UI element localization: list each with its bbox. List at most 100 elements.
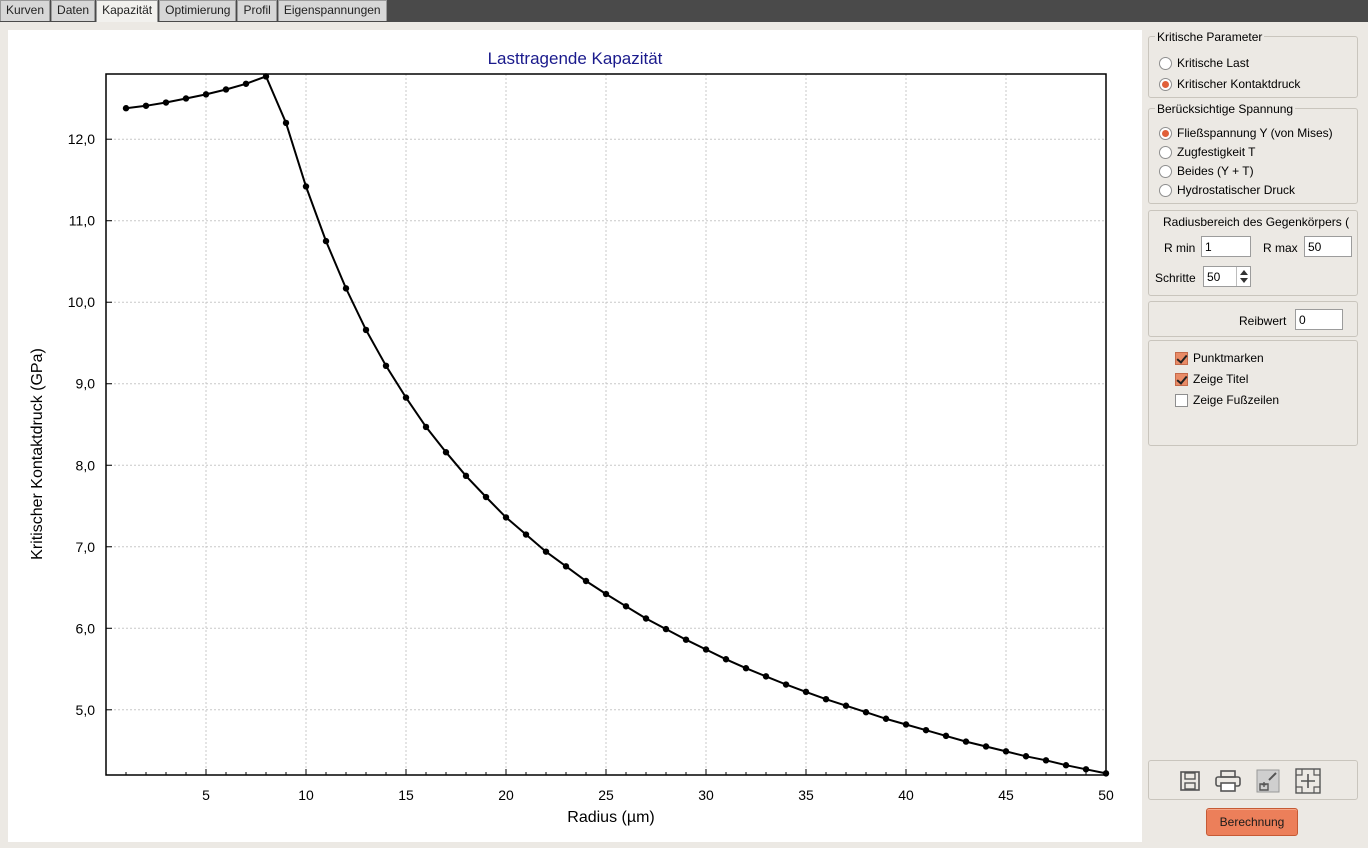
data-point: [822, 695, 830, 703]
data-point: [202, 91, 210, 98]
radio-button[interactable]: [1159, 164, 1172, 178]
rmax-label: R max: [1263, 241, 1298, 255]
grid: [106, 74, 1107, 775]
toolbar-group: [1148, 760, 1358, 800]
friction-label: Reibwert: [1239, 314, 1287, 328]
radio-zugfestigkeit[interactable]: Zugfestigkeit T: [1159, 145, 1255, 159]
checkbox-label: Punktmarken: [1193, 351, 1264, 365]
data-point: [342, 285, 350, 292]
checkbox-label: Zeige Titel: [1193, 372, 1249, 386]
data-point: [362, 326, 370, 334]
data-point: [602, 590, 610, 598]
x-tick-label: 5: [202, 787, 210, 803]
data-point: [142, 102, 150, 109]
data-point: [662, 625, 670, 633]
y-tick-label: 5,0: [76, 702, 96, 718]
data-point: [422, 423, 430, 431]
check-zeige-titel[interactable]: Zeige Titel: [1175, 372, 1248, 386]
zoom-icon[interactable]: [1253, 766, 1283, 796]
data-point: [702, 646, 710, 653]
data-point: [742, 665, 750, 672]
radio-button[interactable]: [1159, 183, 1172, 197]
data-point: [622, 603, 630, 610]
tab-kapazitaet[interactable]: Kapazität: [96, 0, 159, 22]
radio-button[interactable]: [1159, 56, 1172, 70]
print-icon[interactable]: [1213, 766, 1243, 796]
chart-title: Lasttragende Kapazität: [488, 49, 663, 68]
radio-button[interactable]: [1159, 77, 1172, 91]
radius-range-group: Radiusbereich des Gegenkörpers ( R min R…: [1148, 210, 1358, 296]
capacity-chart: Lasttragende Kapazität Radius (µm) Kriti…: [29, 49, 1114, 826]
x-tick-label: 20: [498, 787, 514, 803]
data-point: [1022, 753, 1030, 760]
data-point: [922, 726, 930, 734]
data-point: [842, 702, 850, 709]
data-point: [122, 105, 130, 112]
data-point: [682, 636, 690, 643]
data-point: [1062, 762, 1070, 769]
stress-group: Berücksichtige Spannung Fließspannung Y …: [1148, 102, 1358, 204]
y-tick-label: 11,0: [69, 213, 95, 229]
radio-button[interactable]: [1159, 145, 1172, 159]
checkbox[interactable]: [1175, 351, 1188, 365]
tab-profil[interactable]: Profil: [237, 0, 277, 21]
steps-label: Schritte: [1155, 271, 1196, 285]
data-point: [482, 493, 490, 501]
data-point: [242, 80, 250, 87]
data-point: [562, 563, 570, 570]
tab-daten[interactable]: Daten: [51, 0, 96, 21]
data-point: [502, 514, 510, 521]
checkbox[interactable]: [1175, 372, 1188, 386]
radio-label: Beides (Y + T): [1177, 164, 1254, 178]
data-point: [1042, 757, 1050, 764]
y-tick-label: 10,0: [68, 294, 95, 310]
stress-title: Berücksichtige Spannung: [1155, 102, 1296, 116]
radio-beides[interactable]: Beides (Y + T): [1159, 164, 1254, 178]
x-tick-label: 15: [398, 787, 414, 803]
save-icon[interactable]: [1175, 766, 1205, 796]
radio-label: Kritische Last: [1177, 56, 1250, 70]
data-point: [862, 709, 870, 716]
rmax-input[interactable]: [1304, 236, 1352, 257]
data-point: [942, 732, 950, 740]
calculate-button[interactable]: Berechnung: [1206, 808, 1298, 836]
y-tick-label: 8,0: [76, 457, 96, 473]
x-axis-label: Radius (µm): [567, 809, 654, 826]
y-tick-label: 9,0: [76, 376, 96, 392]
friction-input[interactable]: [1295, 309, 1343, 330]
radio-kritischer-kontaktdruck[interactable]: Kritischer Kontaktdruck: [1159, 77, 1300, 91]
data-point: [542, 548, 550, 555]
data-point: [1082, 766, 1090, 773]
radio-label: Zugfestigkeit T: [1177, 145, 1256, 159]
tab-bar: Kurven Daten Kapazität Optimierung Profi…: [0, 0, 388, 22]
data-point: [882, 715, 890, 722]
y-tick-label: 7,0: [76, 539, 96, 555]
tab-eigenspannungen[interactable]: Eigenspannungen: [277, 0, 387, 21]
x-tick-label: 10: [298, 787, 314, 803]
tab-kurven[interactable]: Kurven: [0, 0, 51, 21]
radio-fliessspannung[interactable]: Fließspannung Y (von Mises): [1159, 126, 1333, 140]
friction-group: Reibwert: [1148, 301, 1358, 337]
data-point: [522, 531, 530, 538]
radio-hydrostatisch[interactable]: Hydrostatischer Druck: [1159, 183, 1295, 197]
radio-kritische-last[interactable]: Kritische Last: [1159, 56, 1249, 70]
fit-icon[interactable]: [1293, 766, 1323, 796]
x-tick-label: 30: [698, 787, 714, 803]
x-tick-label: 25: [598, 787, 614, 803]
tick-labels: 5 10 15 20 25 30 35 40 45 50 5,0 6,0 7,0 8,0 9,0 10,0 11…: [68, 131, 1114, 803]
tab-optimierung[interactable]: Optimierung: [159, 0, 237, 21]
x-tick-label: 40: [898, 787, 914, 803]
rmin-label: R min: [1164, 241, 1196, 255]
radio-button[interactable]: [1159, 126, 1172, 140]
radius-range-title: Radiusbereich des Gegenkörpers (: [1163, 215, 1350, 229]
display-options-group: Punktmarken Zeige Titel Zeige Fußzeilen: [1148, 340, 1358, 446]
check-punktmarken[interactable]: Punktmarken: [1175, 351, 1264, 365]
data-point: [642, 615, 650, 622]
y-tick-label: 6,0: [76, 620, 96, 636]
check-zeige-fusszeilen[interactable]: Zeige Fußzeilen: [1175, 393, 1279, 407]
rmin-input[interactable]: [1201, 236, 1251, 257]
spin-arrows-icon[interactable]: [1236, 267, 1250, 286]
data-point: [802, 688, 810, 696]
checkbox[interactable]: [1175, 393, 1188, 407]
y-axis-label: Kritischer Kontaktdruck (GPa): [29, 348, 46, 560]
